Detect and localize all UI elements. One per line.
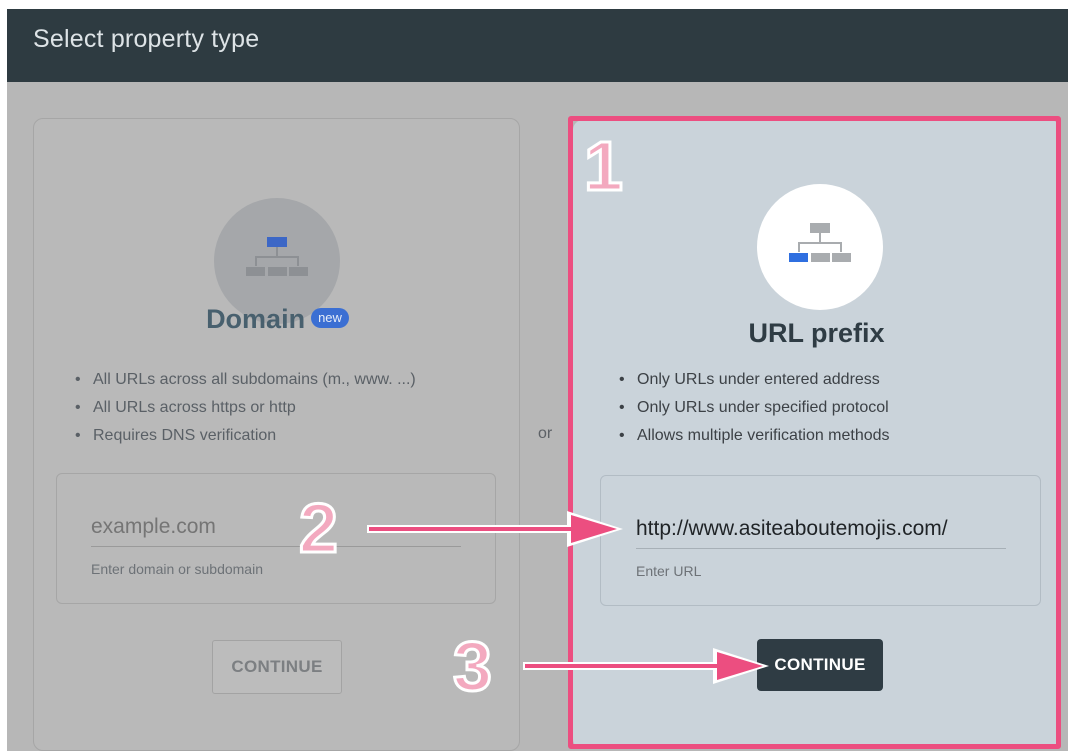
url-continue-button[interactable]: CONTINUE [757, 639, 883, 691]
list-item: Allows multiple verification methods [615, 422, 890, 450]
list-item: Only URLs under entered address [615, 366, 890, 394]
domain-title: Domain new [34, 304, 521, 335]
domain-features-list: All URLs across all subdomains (m., www.… [71, 366, 416, 450]
arrow-to-continue-button [523, 648, 769, 684]
url-input-underline [636, 548, 1006, 549]
url-prefix-title: URL prefix [748, 318, 885, 348]
domain-helper-text: Enter domain or subdomain [91, 561, 263, 577]
domain-continue-button[interactable]: CONTINUE [212, 640, 342, 694]
new-badge: new [311, 307, 349, 328]
property-type-dialog: Select property type Domainnew All URLs … [7, 9, 1068, 751]
or-separator: or [538, 425, 553, 442]
url-features-list: Only URLs under entered address Only URL… [615, 366, 890, 450]
step-2-label: 2 [298, 489, 340, 567]
list-item: All URLs across https or http [71, 394, 416, 422]
domain-card[interactable]: Domainnew All URLs across all subdomains… [33, 118, 520, 751]
step-3-label: 3 [452, 627, 494, 705]
url-input[interactable] [636, 514, 1006, 544]
domain-title-text: Domain [206, 304, 306, 334]
step-1-label: 1 [583, 127, 625, 205]
list-item: Requires DNS verification [71, 422, 416, 450]
url-input-container: Enter URL [600, 475, 1041, 606]
list-item: Only URLs under specified protocol [615, 394, 890, 422]
url-helper-text: Enter URL [636, 563, 702, 579]
arrow-to-url-input [367, 511, 623, 547]
dialog-title: Select property type [7, 9, 1068, 82]
url-sitemap-icon [757, 184, 883, 310]
list-item: All URLs across all subdomains (m., www.… [71, 366, 416, 394]
